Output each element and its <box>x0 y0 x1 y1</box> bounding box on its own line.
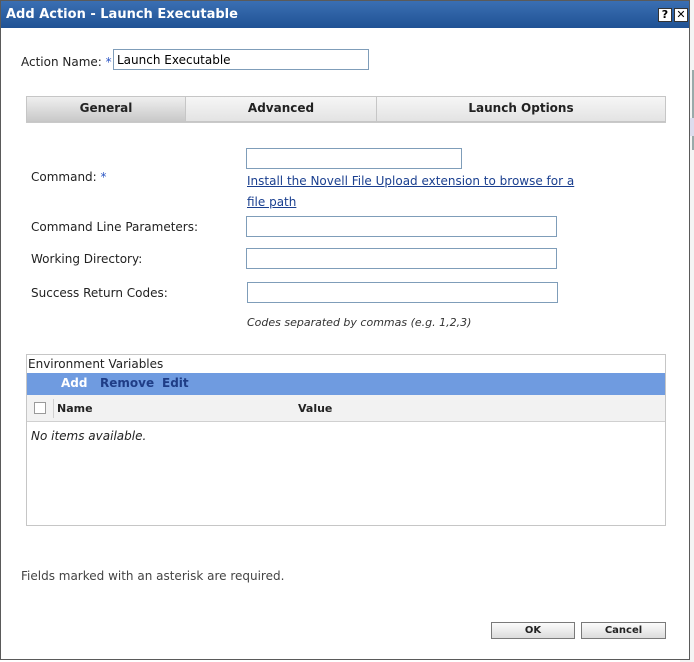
working-dir-input[interactable] <box>246 248 557 269</box>
tab-general-label: General <box>79 101 133 115</box>
install-upload-extension-link[interactable]: Install the Novell File Upload extension… <box>247 171 574 213</box>
tab-advanced[interactable]: Advanced <box>186 97 376 121</box>
success-codes-input[interactable] <box>247 282 558 303</box>
column-header-name[interactable]: Name <box>57 402 93 415</box>
env-toolbar: Add Remove Edit <box>27 373 665 395</box>
action-name-label: Action Name: * <box>21 55 112 69</box>
tab-general[interactable]: General <box>27 97 185 121</box>
success-codes-hint: Codes separated by commas (e.g. 1,2,3) <box>247 316 472 329</box>
environment-variables-panel: Environment Variables Add Remove Edit Na… <box>26 354 666 526</box>
env-table-header: Name Value <box>27 395 665 422</box>
action-name-input[interactable] <box>113 49 369 70</box>
working-dir-label: Working Directory: <box>31 252 143 266</box>
dialog-title-bar: Add Action - Launch Executable ? ✕ <box>1 1 689 28</box>
dialog-title: Add Action - Launch Executable <box>6 7 238 22</box>
close-icon[interactable]: ✕ <box>674 8 688 22</box>
action-name-label-text: Action Name: <box>21 55 102 69</box>
link-line-1: Install the Novell File Upload extension… <box>247 174 575 188</box>
tab-launch-options-label: Launch Options <box>468 101 574 115</box>
tab-launch-options[interactable]: Launch Options <box>377 97 665 121</box>
cancel-button[interactable]: Cancel <box>581 622 666 639</box>
required-asterisk: * <box>105 55 112 69</box>
success-codes-label: Success Return Codes: <box>31 286 168 300</box>
ok-button[interactable]: OK <box>491 622 575 639</box>
tab-bar: General Advanced Launch Options <box>26 96 666 122</box>
command-label: Command: * <box>31 170 107 184</box>
tab-advanced-label: Advanced <box>247 101 315 115</box>
env-panel-title: Environment Variables <box>28 357 164 371</box>
empty-list-message: No items available. <box>31 429 147 443</box>
link-line-2: file path <box>247 195 297 209</box>
column-divider <box>53 399 54 418</box>
column-header-value[interactable]: Value <box>298 402 332 415</box>
cmd-params-input[interactable] <box>246 216 557 237</box>
required-fields-note: Fields marked with an asterisk are requi… <box>21 569 285 583</box>
select-all-checkbox[interactable] <box>34 402 46 414</box>
cmd-params-label: Command Line Parameters: <box>31 220 199 234</box>
tab-bar-shadow <box>26 122 666 123</box>
env-add-button[interactable]: Add <box>61 376 87 390</box>
add-action-dialog: Add Action - Launch Executable ? ✕ Actio… <box>0 0 690 660</box>
env-remove-button[interactable]: Remove <box>100 376 154 390</box>
command-label-text: Command: <box>31 170 97 184</box>
required-asterisk: * <box>100 170 107 184</box>
help-icon[interactable]: ? <box>658 8 672 22</box>
env-edit-button[interactable]: Edit <box>162 376 189 390</box>
command-input[interactable] <box>246 148 462 169</box>
